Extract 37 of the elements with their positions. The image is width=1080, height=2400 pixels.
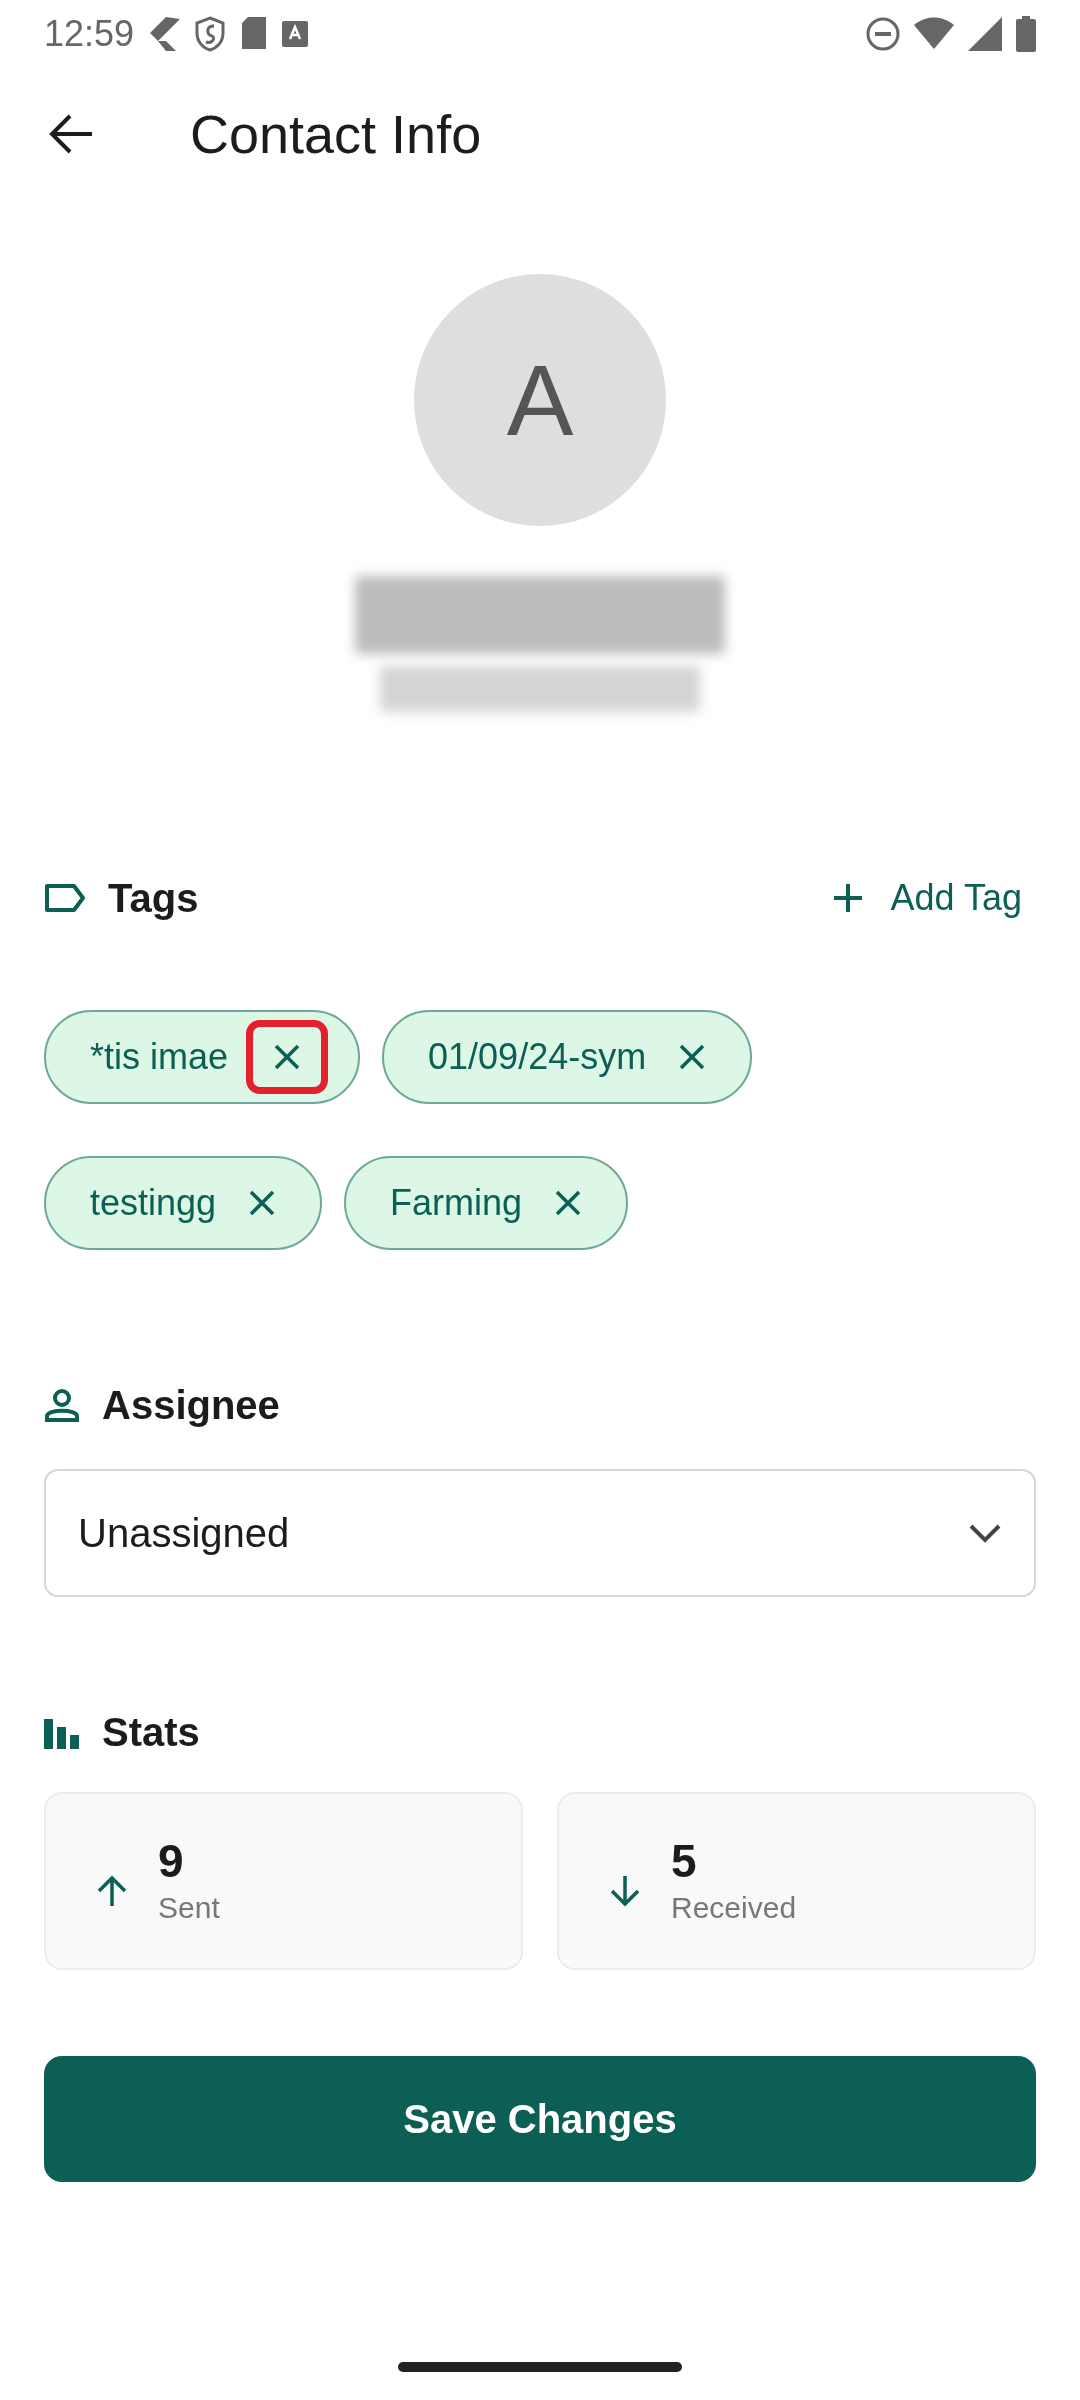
close-icon <box>679 1044 706 1070</box>
stat-label: Sent <box>158 1890 220 1926</box>
avatar: A <box>414 274 666 526</box>
tag-label: testingg <box>90 1181 217 1225</box>
save-button[interactable]: Save Changes <box>44 2056 1036 2182</box>
tag-label: *tis imae <box>90 1035 229 1079</box>
shield-icon <box>194 16 227 52</box>
page-title: Contact Info <box>190 102 482 166</box>
back-icon[interactable] <box>48 114 94 154</box>
arrow-down-icon <box>609 1875 641 1907</box>
keyboard-a-icon <box>282 21 309 47</box>
stat-value: 5 <box>671 1834 698 1888</box>
assignee-dropdown[interactable]: Unassigned <box>44 1469 1036 1597</box>
tag-label: Farming <box>390 1181 523 1225</box>
signal-icon <box>968 17 1002 51</box>
add-tag-button[interactable]: Add Tag <box>832 871 1036 925</box>
plus-icon <box>832 883 863 913</box>
close-button[interactable] <box>246 1020 329 1094</box>
section-title: Assignee <box>102 1382 280 1429</box>
close-icon <box>249 1190 276 1216</box>
chevron-down-icon <box>968 1523 1002 1543</box>
tag-icon <box>44 883 86 913</box>
section-title: Tags <box>108 875 199 922</box>
do-not-disturb-icon <box>866 17 900 51</box>
chevron-icon <box>148 15 181 53</box>
close-icon <box>274 1044 301 1070</box>
section-title: Stats <box>102 1709 200 1756</box>
battery-icon <box>1016 16 1036 52</box>
sd-card-icon <box>240 17 269 51</box>
close-icon <box>555 1190 582 1216</box>
clock: 12:59 <box>44 12 135 56</box>
person-icon <box>44 1387 80 1423</box>
wifi-icon <box>914 17 954 51</box>
stat-label: Received <box>671 1890 797 1926</box>
stat-value: 9 <box>158 1834 185 1888</box>
arrow-up-icon <box>96 1875 128 1907</box>
tag-label: 01/09/24-sym <box>428 1035 647 1079</box>
